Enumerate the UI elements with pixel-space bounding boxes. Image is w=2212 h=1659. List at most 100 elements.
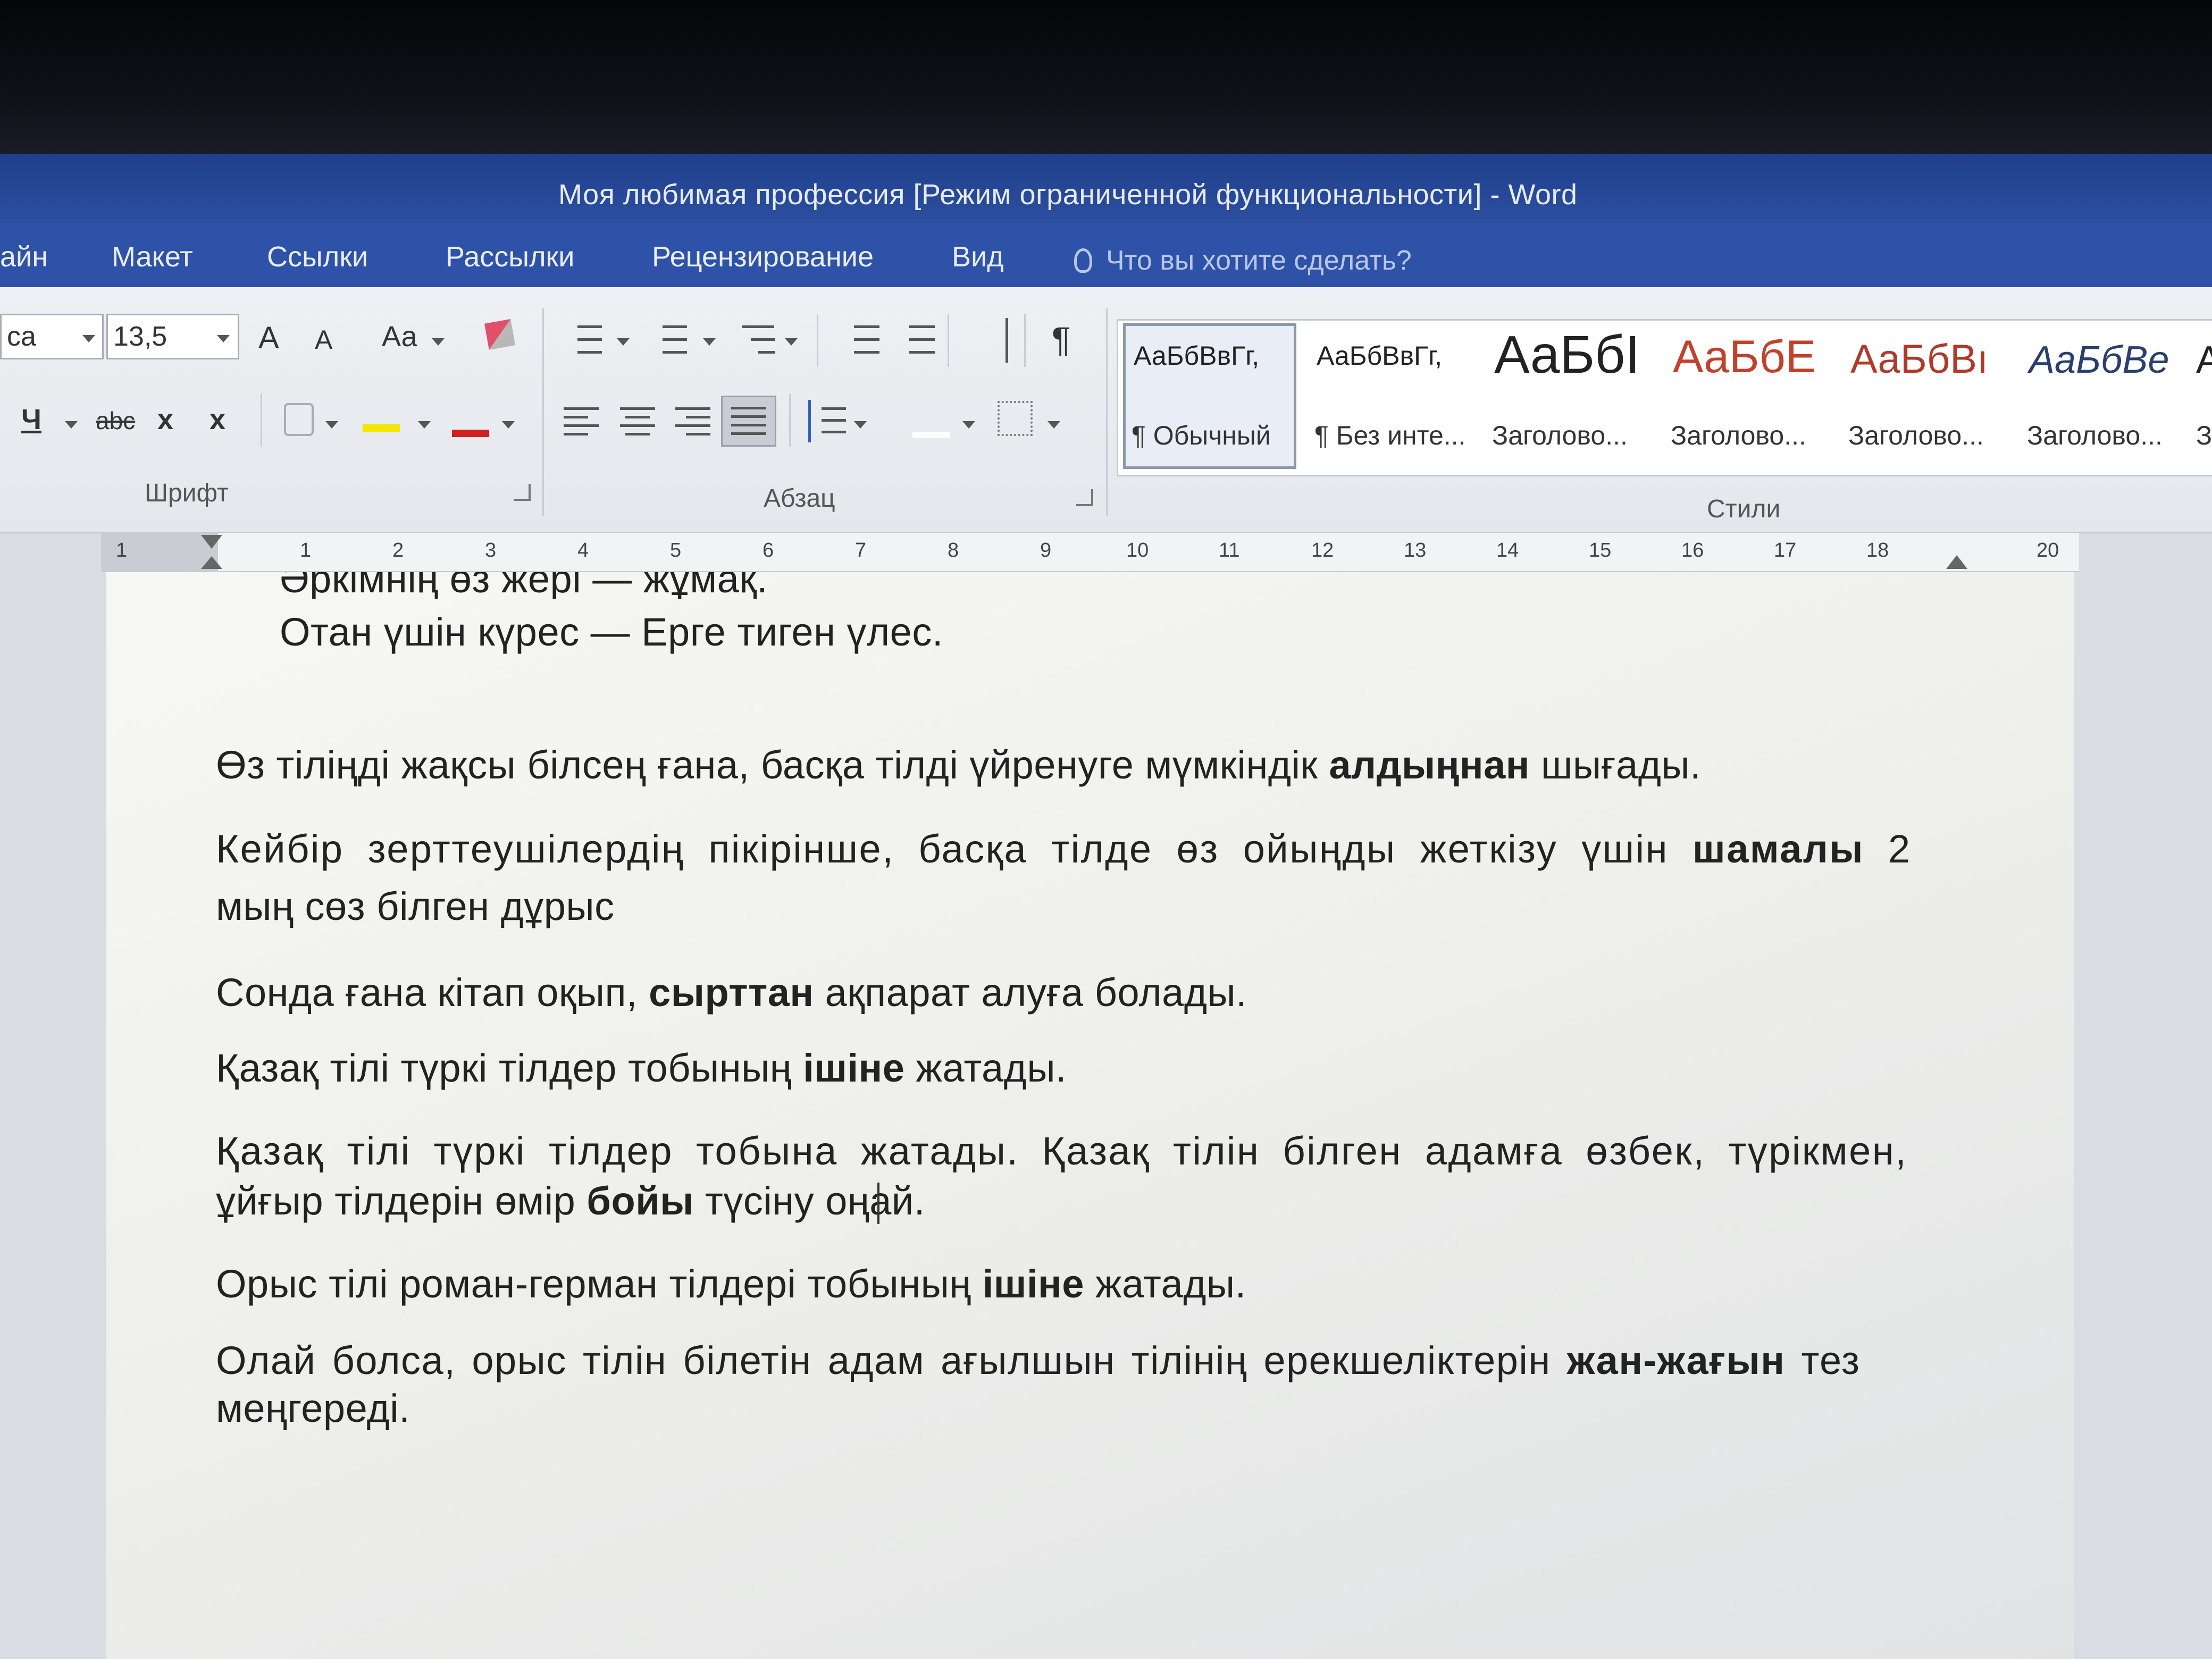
font-size-value: 13,5 [113,321,167,352]
font-name-dropdown-icon[interactable] [82,335,95,342]
borders-icon[interactable] [998,401,1033,436]
multilevel-dropdown-icon[interactable] [785,338,798,346]
paragraph-group-label: Абзац [764,484,835,513]
style-sample: АаБбВвГг, [1317,341,1443,371]
font-color-dropdown-icon[interactable] [502,421,515,429]
paragraph-dialog-launcher-icon[interactable] [1076,489,1093,506]
text-run: жатады. [1084,1262,1246,1306]
style-sample: АаБбЕ [1673,331,1816,382]
numbering-icon[interactable] [650,321,687,358]
ruler-number: 17 [1774,539,1797,562]
ribbon: са 13,5 A A Аа Ч abc x x Шрифт ¶ Абзац А… [0,287,2212,533]
text-run: Өз тіліңді жақсы білсең ғана, басқа тілд… [216,743,1329,787]
ruler-number: 15 [1589,539,1612,562]
font-name-value: са [7,321,36,352]
tell-me-search[interactable]: Что вы хотите сделать? [1074,245,1412,276]
subscript-button[interactable]: x [157,403,173,436]
sort-icon[interactable] [971,318,1008,363]
increase-indent-icon[interactable] [893,321,935,358]
ruler-number: 4 [577,539,589,562]
text-run: Сонда ғана кітап оқып, [216,970,649,1015]
ruler-number: 3 [485,539,497,562]
style-more[interactable]: А З [2191,319,2212,473]
style-normal[interactable]: АаБбВвГг, ¶ Обычный [1123,319,1298,473]
text-run: Олай болса, орыс тілін білетін адам ағыл… [216,1338,1567,1382]
change-case-dropdown-icon[interactable] [432,338,445,346]
superscript-button[interactable]: x [210,403,225,436]
ruler-number: 12 [1311,539,1334,562]
bold-run: бойы [586,1179,694,1223]
doc-paragraph: Сонда ғана кітап оқып, сырттан ақпарат а… [216,970,1247,1015]
right-indent-marker-icon[interactable] [1946,555,1967,569]
text-effects-dropdown-icon[interactable] [325,421,338,429]
style-name: Заголово... [1671,421,1806,450]
ruler-number: 16 [1681,539,1704,562]
style-heading-1[interactable]: АаБбI Заголово... [1484,319,1659,473]
change-case-button[interactable]: Аа [382,320,417,353]
shading-dropdown-icon[interactable] [962,421,975,429]
clear-formatting-icon[interactable] [484,319,515,350]
multilevel-list-icon[interactable] [737,321,777,358]
line-spacing-icon[interactable] [808,400,846,442]
text-run: ұйғыр тілдерін өмір [216,1179,587,1223]
tab-review[interactable]: Рецензирование [652,240,874,273]
doc-line: мың сөз білген дұрыс [216,884,615,928]
align-center-icon[interactable] [620,404,657,438]
bold-run: алдыңнан [1329,743,1530,787]
ruler-number: 18 [1866,539,1889,562]
doc-paragraph: ұйғыр тілдерін өмір бойы түсіну оңай. [216,1178,925,1224]
monitor-bezel [0,0,2212,154]
shading-icon[interactable] [912,400,950,438]
ruler-number: 10 [1126,539,1149,562]
partial-line-text: Әркімнің өз жері — жұмақ. [280,572,768,599]
text-effects-icon[interactable] [284,403,314,436]
style-no-spacing[interactable]: АаБбВвГг, ¶ Без инте... [1306,319,1481,473]
style-name: Заголово... [1492,421,1628,450]
decrease-indent-icon[interactable] [838,321,879,358]
style-name: ¶ Без инте... [1314,421,1466,450]
first-line-indent-marker-icon[interactable] [201,535,222,549]
grow-font-button[interactable]: A [258,320,279,356]
bullets-icon[interactable] [565,321,602,358]
highlight-icon[interactable] [363,400,400,432]
tab-design[interactable]: айн [0,240,48,273]
tab-mailings[interactable]: Рассылки [446,240,574,273]
tab-layout[interactable]: Макет [112,240,193,273]
show-formatting-button[interactable]: ¶ [1052,319,1070,359]
ruler-number: 7 [855,539,867,562]
style-heading-3[interactable]: АаБбВı Заголово... [1840,319,2015,473]
doc-paragraph: Кейбір зерттеушілердің пікірінше, басқа … [216,826,1912,872]
underline-dropdown-icon[interactable] [65,421,78,429]
font-color-icon[interactable] [452,400,489,437]
ruler-number: 1 [116,539,128,562]
tab-references[interactable]: Ссылки [267,240,368,273]
style-heading-2[interactable]: АаБбЕ Заголово... [1662,319,1838,473]
doc-line-partial: Әркімнің өз жері — жұмақ. [280,572,768,599]
tab-view[interactable]: Вид [952,240,1004,273]
horizontal-ruler[interactable]: 1 1 2 3 4 5 6 7 8 9 10 11 12 13 14 15 16… [101,533,2079,572]
line-spacing-dropdown-icon[interactable] [854,421,867,429]
justify-button[interactable] [721,396,776,447]
highlight-dropdown-icon[interactable] [418,421,431,429]
bullets-dropdown-icon[interactable] [617,338,630,346]
bold-run: сырттан [649,970,814,1015]
hanging-indent-marker-icon[interactable] [201,556,222,569]
group-separator [1106,308,1108,516]
shrink-font-button[interactable]: A [315,324,332,355]
doc-line: Қазақ тілі түркі тілдер тобына жатады. Қ… [216,1129,1908,1173]
word-window: Моя любимая профессия [Режим ограниченно… [0,154,2212,1659]
align-left-icon[interactable] [564,404,601,438]
align-right-icon[interactable] [675,404,713,438]
underline-button[interactable]: Ч [21,403,41,436]
document-page[interactable]: Әркімнің өз жері — жұмақ. Отан үшін күре… [106,572,2074,1659]
separator [948,314,949,367]
numbering-dropdown-icon[interactable] [703,338,716,346]
borders-dropdown-icon[interactable] [1048,421,1060,429]
font-size-dropdown-icon[interactable] [217,335,230,342]
style-name: Заголово... [1848,421,1984,450]
style-heading-4[interactable]: АаБбВе Заголово... [2018,319,2194,473]
strikethrough-button[interactable]: abc [96,406,135,435]
doc-line: меңгереді. [216,1386,410,1430]
font-dialog-launcher-icon[interactable] [514,484,531,501]
ruler-number: 1 [300,539,312,562]
